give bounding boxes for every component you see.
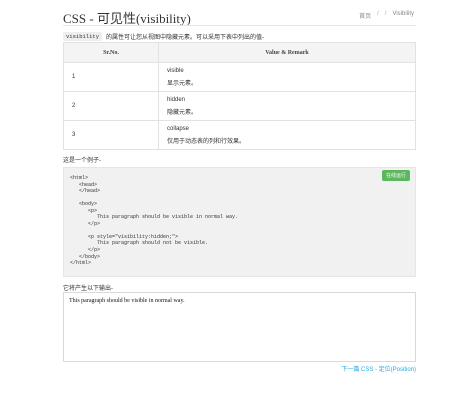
row-number: 1 xyxy=(63,62,159,92)
output-heading: 它将产生以下输出- xyxy=(63,286,113,292)
code-content[interactable]: <html> <head> </head> <body> <p> This pa… xyxy=(70,175,238,267)
inline-code: visibility xyxy=(63,32,103,41)
breadcrumb-separator: / xyxy=(384,11,387,17)
breadcrumb-current: Visibility xyxy=(392,11,414,17)
table-row: 1 visible 显示元素。 xyxy=(63,62,416,92)
output-preview: This paragraph should be visible in norm… xyxy=(63,292,416,362)
example-heading: 这是一个例子- xyxy=(63,158,101,164)
value-cell: visible 显示元素。 xyxy=(158,62,416,92)
intro-paragraph: visibility 的属性可让您从视图中隐藏元素。可以采用下表中列出的值- xyxy=(63,32,264,41)
value-cell: collapse 仅用于动态表的列和行效果。 xyxy=(158,120,416,150)
value-name: visible xyxy=(167,67,184,74)
column-header-srno: Sr.No. xyxy=(63,42,159,63)
next-article-link[interactable]: 下一篇 CSS - 定位(Position) xyxy=(341,364,416,373)
intro-text: 的属性可让您从视图中隐藏元素。可以采用下表中列出的值- xyxy=(106,35,265,41)
value-name: hidden xyxy=(167,96,186,103)
value-remark: 显示元素。 xyxy=(167,80,198,87)
breadcrumb-home[interactable]: 首页 xyxy=(359,11,371,20)
row-number: 2 xyxy=(63,91,159,121)
column-header-value-remark: Value & Remark xyxy=(158,42,416,63)
breadcrumb-separator: / xyxy=(377,11,379,17)
table-row: 3 collapse 仅用于动态表的列和行效果。 xyxy=(63,120,416,150)
run-online-button[interactable]: 在线运行 xyxy=(381,170,410,181)
title-divider xyxy=(63,25,416,26)
output-paragraph: This paragraph should be visible in norm… xyxy=(69,298,185,304)
values-table: Sr.No. Value & Remark 1 visible 显示元素。 2 … xyxy=(63,42,416,150)
value-name: collapse xyxy=(167,125,190,132)
breadcrumb: 首页 / / Visibility xyxy=(359,11,414,20)
code-block[interactable]: 在线运行 <html> <head> </head> <body> <p> Th… xyxy=(63,167,416,277)
value-cell: hidden 隐藏元素。 xyxy=(158,91,416,121)
row-number: 3 xyxy=(63,120,159,150)
table-row: 2 hidden 隐藏元素。 xyxy=(63,91,416,121)
value-remark: 隐藏元素。 xyxy=(167,109,198,116)
value-remark: 仅用于动态表的列和行效果。 xyxy=(167,138,246,145)
